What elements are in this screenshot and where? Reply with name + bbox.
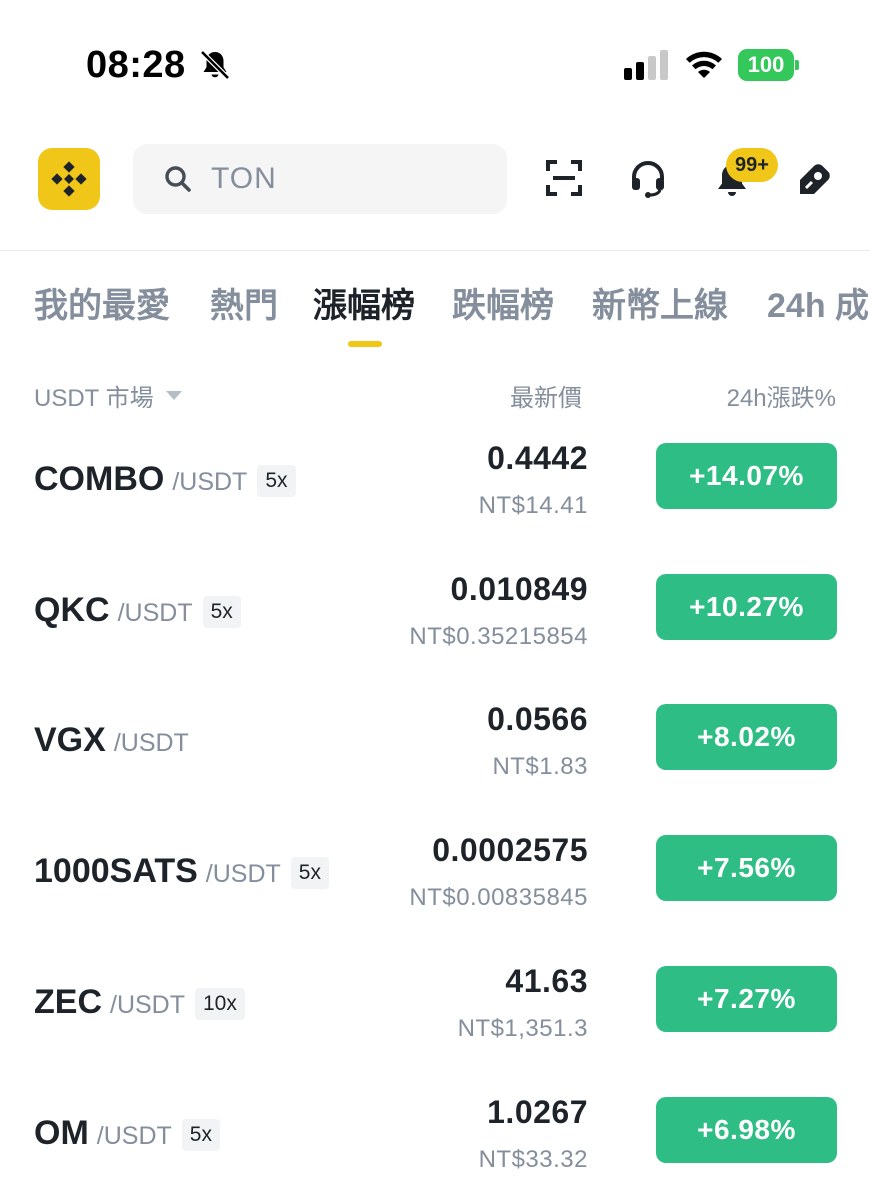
app-header: TON 99+ xyxy=(0,130,870,250)
change-badge[interactable]: +7.56% xyxy=(656,835,837,901)
market-selector-label: USDT 市場 xyxy=(34,385,154,412)
change-badge[interactable]: +6.98% xyxy=(656,1097,837,1163)
pair-symbol: QKC /USDT 5x xyxy=(34,591,241,631)
tab-24h-volume[interactable]: 24h 成 xyxy=(767,278,869,327)
quote-asset: /USDT xyxy=(172,468,248,496)
tab-losers[interactable]: 跌幅榜 xyxy=(452,278,554,327)
change-badge[interactable]: +14.07% xyxy=(656,443,837,509)
pair-symbol: ZEC /USDT 10x xyxy=(34,983,245,1023)
tab-new-listings[interactable]: 新幣上線 xyxy=(592,278,728,327)
scan-icon[interactable] xyxy=(544,158,584,198)
cellular-signal-icon xyxy=(624,50,668,80)
pair-symbol: VGX /USDT xyxy=(34,721,189,760)
base-asset: COMBO xyxy=(34,460,165,498)
quote-asset: /USDT xyxy=(110,991,185,1019)
market-row[interactable]: VGX /USDT 0.0566 NT$1.83 +8.02% xyxy=(0,701,870,831)
quote-asset: /USDT xyxy=(205,860,281,888)
market-row[interactable]: COMBO /USDT 5x 0.4442 NT$14.41 +14.07% xyxy=(0,440,870,570)
fiat-price: NT$0.00835845 xyxy=(409,884,588,911)
leverage-badge: 10x xyxy=(195,988,245,1020)
quote-asset: /USDT xyxy=(96,1122,172,1150)
caret-down-icon xyxy=(165,391,182,400)
status-bar: 08:28 100 xyxy=(0,0,870,130)
search-icon xyxy=(165,166,191,192)
last-price: 41.63 xyxy=(505,963,588,999)
market-row[interactable]: OM /USDT 5x 1.0267 NT$33.32 +6.98% xyxy=(0,1094,870,1200)
pair-symbol: 1000SATS /USDT 5x xyxy=(34,852,329,892)
fiat-price: NT$33.32 xyxy=(478,1146,588,1173)
change-badge[interactable]: +7.27% xyxy=(656,966,837,1032)
market-tabs: 我的最愛 熱門 漲幅榜 跌幅榜 新幣上線 24h 成 xyxy=(0,278,870,358)
last-price: 1.0267 xyxy=(487,1094,588,1130)
search-input[interactable]: TON xyxy=(211,162,277,196)
tab-hot[interactable]: 熱門 xyxy=(210,278,278,327)
last-price: 0.4442 xyxy=(487,440,588,476)
battery-level: 100 xyxy=(738,49,794,81)
last-price: 0.0566 xyxy=(487,701,588,737)
price-column-header[interactable]: 最新價 xyxy=(510,378,582,413)
leverage-badge: 5x xyxy=(290,857,329,889)
tab-favorites[interactable]: 我的最愛 xyxy=(34,278,170,327)
change-badge[interactable]: +10.27% xyxy=(656,574,837,640)
status-time: 08:28 xyxy=(86,44,186,86)
bell-slash-icon xyxy=(200,50,230,80)
pair-symbol: OM /USDT 5x xyxy=(34,1114,220,1154)
quote-asset: /USDT xyxy=(113,729,189,757)
header-divider xyxy=(0,250,870,251)
fiat-price: NT$14.41 xyxy=(478,492,588,519)
change-column-header[interactable]: 24h漲跌% xyxy=(727,378,836,413)
market-selector[interactable]: USDT 市場 xyxy=(34,378,182,413)
base-asset: OM xyxy=(34,1114,89,1152)
change-badge[interactable]: +8.02% xyxy=(656,704,837,770)
leverage-badge: 5x xyxy=(202,596,241,628)
fiat-price: NT$0.35215854 xyxy=(409,623,588,650)
fiat-price: NT$1,351.3 xyxy=(457,1015,588,1042)
leverage-badge: 5x xyxy=(181,1119,220,1151)
search-bar[interactable]: TON xyxy=(133,144,507,214)
market-row[interactable]: 1000SATS /USDT 5x 0.0002575 NT$0.0083584… xyxy=(0,832,870,962)
tab-gainers[interactable]: 漲幅榜 xyxy=(313,278,415,327)
last-price: 0.0002575 xyxy=(432,832,588,868)
base-asset: ZEC xyxy=(34,983,102,1021)
binance-logo-icon[interactable] xyxy=(38,148,100,210)
base-asset: VGX xyxy=(34,721,106,759)
battery-icon: 100 xyxy=(738,49,800,81)
base-asset: QKC xyxy=(34,591,110,629)
wifi-icon xyxy=(686,51,722,78)
market-row[interactable]: QKC /USDT 5x 0.010849 NT$0.35215854 +10.… xyxy=(0,571,870,701)
pair-symbol: COMBO /USDT 5x xyxy=(34,460,296,500)
headset-icon[interactable] xyxy=(628,158,668,198)
last-price: 0.010849 xyxy=(450,571,588,607)
notification-badge: 99+ xyxy=(726,148,778,182)
active-tab-indicator xyxy=(348,341,382,347)
gift-icon[interactable] xyxy=(796,158,836,198)
leverage-badge: 5x xyxy=(257,465,296,497)
fiat-price: NT$1.83 xyxy=(492,753,588,780)
base-asset: 1000SATS xyxy=(34,852,198,890)
quote-asset: /USDT xyxy=(117,599,193,627)
market-row[interactable]: ZEC /USDT 10x 41.63 NT$1,351.3 +7.27% xyxy=(0,963,870,1093)
